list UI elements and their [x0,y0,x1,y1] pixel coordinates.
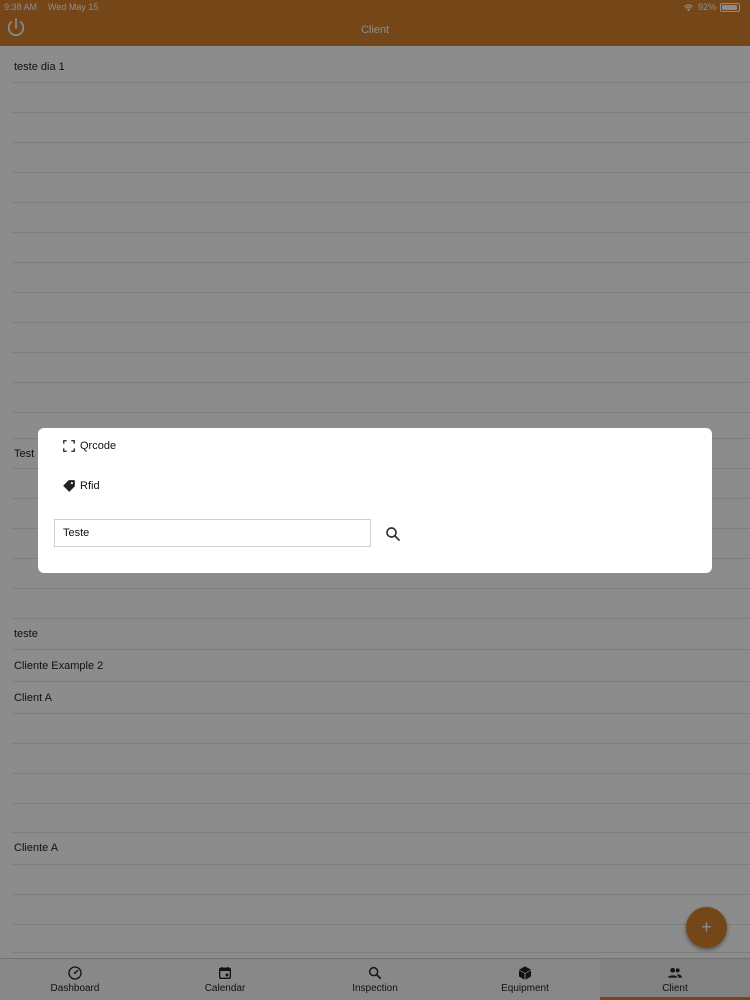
tag-icon [63,480,75,492]
search-input[interactable] [54,519,371,547]
search-dialog: Qrcode Rfid [38,428,712,573]
qrcode-label: Qrcode [80,440,117,452]
rfid-label: Rfid [80,480,100,492]
qrcode-option[interactable]: Qrcode [62,439,116,453]
rfid-option[interactable]: Rfid [62,479,100,493]
search-button[interactable] [384,525,402,543]
qrcode-scan-icon [63,440,75,452]
search-icon [386,527,400,541]
